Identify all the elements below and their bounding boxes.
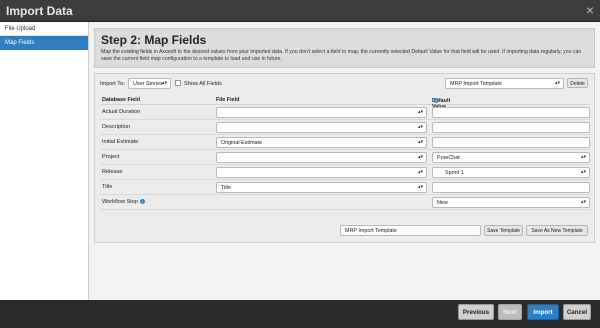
import-button[interactable]: Import xyxy=(527,304,559,320)
window-titlebar: Import Data × xyxy=(0,0,600,22)
updown-arrow-icon: ▴▾ xyxy=(417,154,423,160)
database-field-name: Release xyxy=(102,169,123,175)
sidebar-item-file-upload[interactable]: File Upload xyxy=(0,22,88,36)
database-field-name: Workflow Step i xyxy=(102,199,145,205)
file-field-select[interactable]: Title ▴▾ xyxy=(216,182,427,193)
default-value-text: PureChat xyxy=(437,155,460,161)
template-name-input[interactable]: MRP Import Template xyxy=(340,225,481,236)
step-description: Map the existing fields in Axosoft to th… xyxy=(101,49,582,62)
import-to-label: Import To: xyxy=(100,81,125,87)
field-map-panel: Import To: User Stories ▴▾ Show All Fiel… xyxy=(94,73,595,243)
window-title: Import Data xyxy=(6,4,73,18)
updown-arrow-icon: ▴▾ xyxy=(580,169,586,175)
file-field-select[interactable]: ▴▾ xyxy=(216,167,427,178)
database-field-name: Description xyxy=(102,124,130,130)
next-button[interactable]: Next xyxy=(498,304,522,320)
table-row: Workflow Step i New ▴▾ xyxy=(100,195,591,210)
file-field-select[interactable]: ▴▾ xyxy=(216,122,427,133)
database-field-label: Release xyxy=(102,169,123,175)
header-database-field: Database Field xyxy=(102,97,141,103)
save-template-button[interactable]: Save Template xyxy=(484,225,523,236)
default-value-select[interactable]: PureChat ▴▾ xyxy=(432,152,590,163)
default-value-select[interactable]: New ▴▾ xyxy=(432,197,590,208)
default-value-input[interactable] xyxy=(432,107,590,118)
template-select[interactable]: MRP Import Template ▴▾ xyxy=(445,78,564,89)
database-field-label: Initial Estimate xyxy=(102,139,139,145)
default-value-text: Sprint 1 xyxy=(445,170,464,176)
sidebar-item-map-fields[interactable]: Map Fields xyxy=(0,36,88,50)
header-file-field: File Field xyxy=(216,97,240,103)
default-value-input[interactable] xyxy=(432,182,590,193)
updown-arrow-icon: ▴▾ xyxy=(417,139,423,145)
default-value-text: New xyxy=(437,200,448,206)
updown-arrow-icon: ▴▾ xyxy=(417,169,423,175)
default-value-input[interactable] xyxy=(432,122,590,133)
delete-template-button[interactable]: Delete xyxy=(567,78,588,88)
wizard-sidebar: File Upload Map Fields xyxy=(0,22,89,300)
close-icon[interactable]: × xyxy=(586,2,594,18)
table-row: Actual Duration ▴▾ xyxy=(100,105,591,120)
updown-arrow-icon: ▴▾ xyxy=(417,109,423,115)
page-title: Step 2: Map Fields xyxy=(101,33,207,47)
file-field-select[interactable]: Original Estimate ▴▾ xyxy=(216,137,427,148)
cancel-button[interactable]: Cancel xyxy=(563,304,591,320)
updown-arrow-icon: ▴▾ xyxy=(417,124,423,130)
field-map-table: Database Field File Field Default Valuei… xyxy=(100,96,591,210)
previous-button[interactable]: Previous xyxy=(458,304,494,320)
dialog-footer: Previous Next Import Cancel xyxy=(0,300,600,328)
updown-arrow-icon: ▴▾ xyxy=(554,80,560,86)
info-icon[interactable]: i xyxy=(139,199,145,205)
table-row: Project ▴▾ PureChat ▴▾ xyxy=(100,150,591,165)
main-content: Step 2: Map Fields Map the existing fiel… xyxy=(94,28,595,293)
updown-arrow-icon: ▴▾ xyxy=(417,184,423,190)
database-field-label: Actual Duration xyxy=(102,109,141,115)
database-field-label: Workflow Step xyxy=(102,199,138,205)
save-as-new-template-button[interactable]: Save As New Template xyxy=(526,225,588,236)
database-field-name: Title xyxy=(102,184,112,190)
database-field-label: Title xyxy=(102,184,113,190)
template-select-value: MRP Import Template xyxy=(450,81,502,87)
table-row: Release ▴▾ Sprint 1 ▴▾ xyxy=(100,165,591,180)
database-field-name: Actual Duration xyxy=(102,109,140,115)
database-field-label: Description xyxy=(102,124,130,130)
show-all-fields-checkbox[interactable] xyxy=(175,80,181,86)
import-dialog: File Upload Map Fields Step 2: Map Field… xyxy=(0,22,600,300)
database-field-name: Initial Estimate xyxy=(102,139,138,145)
file-field-select[interactable]: ▴▾ xyxy=(216,152,427,163)
table-row: Title Title ▴▾ xyxy=(100,180,591,195)
table-body: Actual Duration ▴▾ Description ▴▾ Initial Es… xyxy=(100,105,591,210)
template-save-row: MRP Import Template Save Template Save A… xyxy=(95,225,594,239)
default-value-select[interactable]: Sprint 1 ▴▾ xyxy=(432,167,590,178)
updown-arrow-icon: ▴▾ xyxy=(161,80,167,86)
file-field-value: Original Estimate xyxy=(221,140,263,146)
database-field-label: Project xyxy=(102,154,120,160)
import-to-value: User Stories xyxy=(133,81,163,87)
table-row: Description ▴▾ xyxy=(100,120,591,135)
default-value-input[interactable] xyxy=(432,137,590,148)
show-all-fields-label: Show All Fields xyxy=(184,81,222,87)
step-header: Step 2: Map Fields Map the existing fiel… xyxy=(94,28,595,68)
import-to-select[interactable]: User Stories ▴▾ xyxy=(128,78,171,89)
table-header: Database Field File Field Default Valuei xyxy=(100,96,591,110)
file-field-select[interactable]: ▴▾ xyxy=(216,107,427,118)
updown-arrow-icon: ▴▾ xyxy=(580,154,586,160)
database-field-name: Project xyxy=(102,154,119,160)
info-icon[interactable]: i xyxy=(434,98,439,103)
updown-arrow-icon: ▴▾ xyxy=(580,199,586,205)
table-row: Initial Estimate Original Estimate ▴▾ xyxy=(100,135,591,150)
file-field-value: Title xyxy=(221,185,231,191)
import-controls: Import To: User Stories ▴▾ Show All Fiel… xyxy=(95,78,594,92)
